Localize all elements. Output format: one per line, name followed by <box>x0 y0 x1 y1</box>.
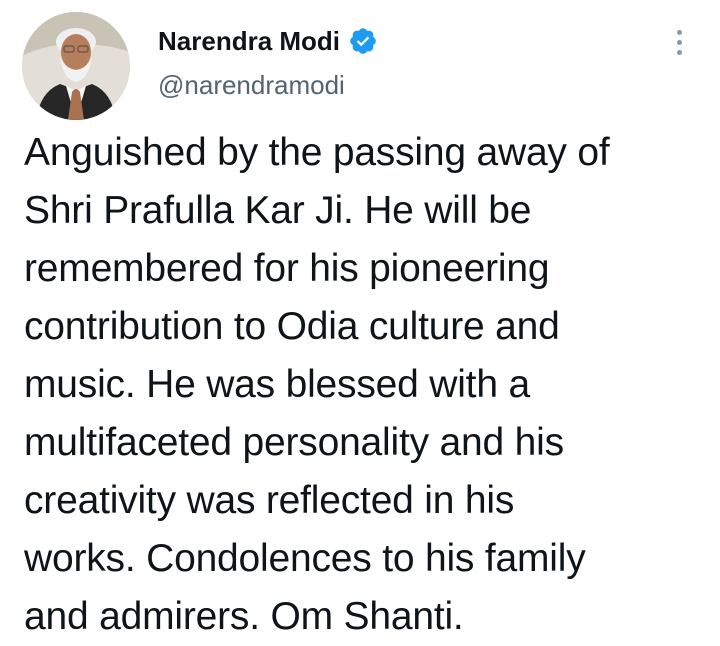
tweet-text-line: multifaceted personality and his <box>24 421 564 464</box>
more-dot <box>676 29 682 35</box>
more-dot <box>676 39 682 45</box>
more-options-icon[interactable] <box>664 22 694 62</box>
author-avatar[interactable] <box>22 12 130 120</box>
more-dot <box>676 49 682 55</box>
tweet-text-line: and admirers. Om Shanti. <box>24 595 464 638</box>
author-name-text[interactable]: Narendra Modi <box>158 26 340 56</box>
avatar-photo-icon <box>22 12 130 120</box>
tweet-text-line: contribution to Odia culture and <box>24 305 560 348</box>
verified-badge-icon <box>348 26 378 56</box>
tweet-text-line: creativity was reflected in his <box>24 479 515 522</box>
tweet-text-line: remembered for his pioneering <box>24 247 550 290</box>
author-name[interactable]: Narendra Modi <box>158 26 378 56</box>
tweet-text-line: Shri Prafulla Kar Ji. He will be <box>24 189 532 232</box>
author-handle[interactable]: @narendramodi <box>158 70 345 100</box>
tweet-text-line: Anguished by the passing away of <box>24 131 610 174</box>
tweet-text: Anguished by the passing away of Shri Pr… <box>24 124 714 646</box>
tweet-card: Narendra Modi @narendramodi Anguished by… <box>0 0 720 638</box>
tweet-text-line: works. Condolences to his family <box>24 537 586 580</box>
tweet-text-line: music. He was blessed with a <box>24 363 530 406</box>
